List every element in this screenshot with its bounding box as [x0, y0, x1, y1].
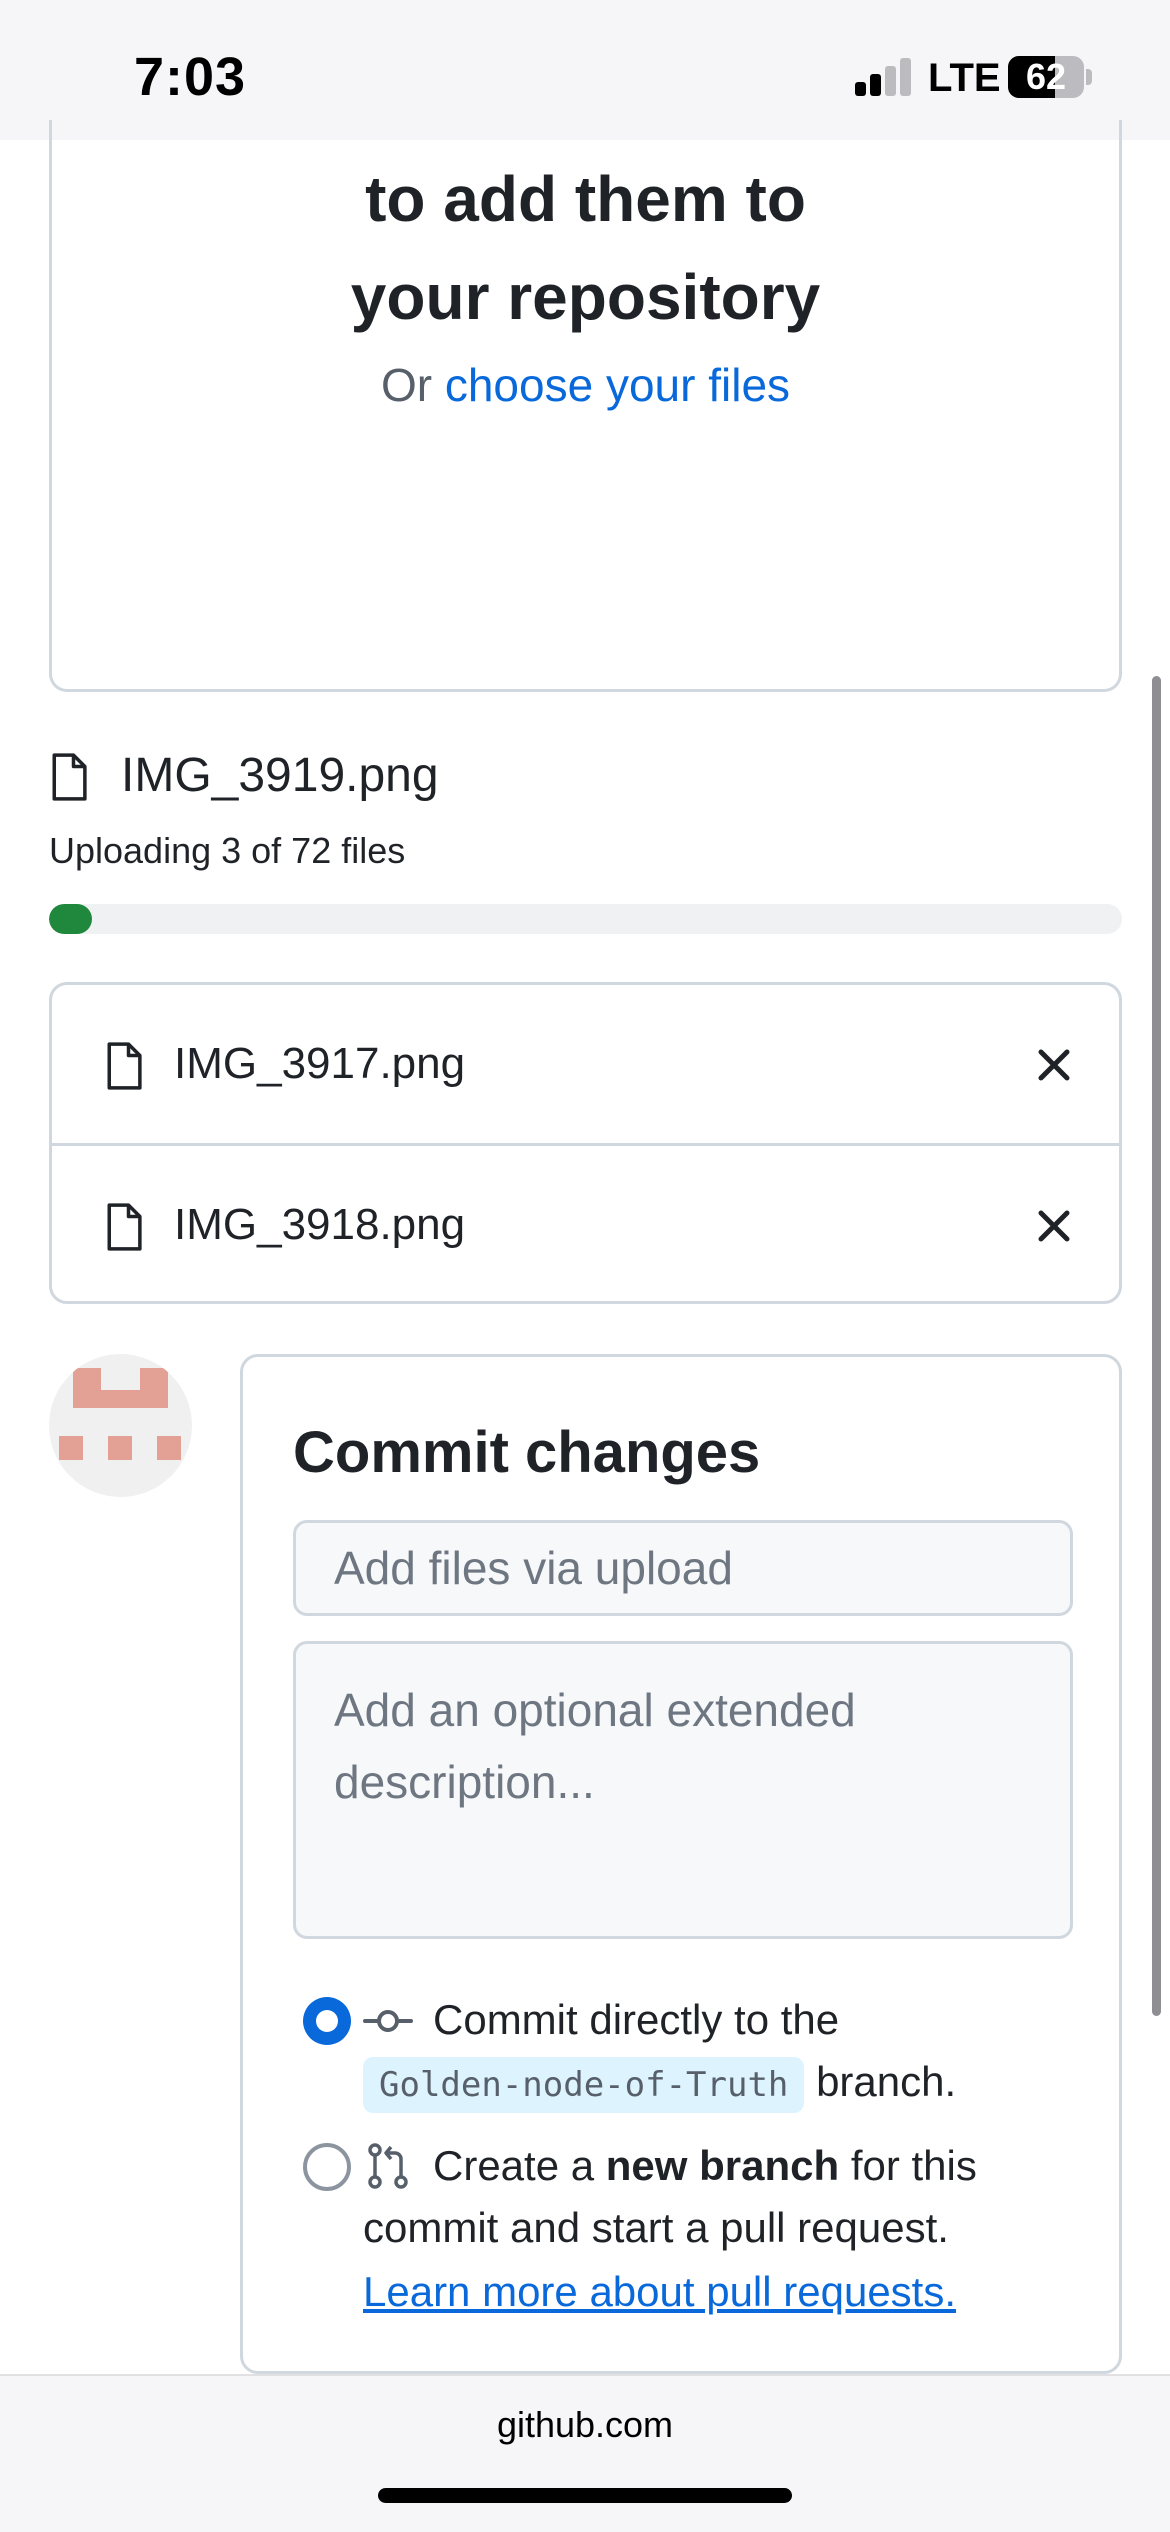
upload-progress-fill — [49, 904, 92, 934]
close-icon[interactable] — [1024, 1196, 1084, 1256]
identicon-icon — [59, 1368, 181, 1460]
commit-title: Commit changes — [293, 1420, 761, 1485]
file-row: IMG_3918.png — [52, 1143, 1119, 1301]
or-text: Or — [380, 359, 445, 411]
battery-level: 62 — [1025, 56, 1067, 97]
commit-direct-label: Commit directly to the — [433, 1996, 840, 2043]
file-icon — [52, 753, 87, 801]
commit-description-input[interactable] — [293, 1641, 1073, 1939]
branch-suffix: branch. — [816, 2058, 957, 2105]
upload-progress-bar — [49, 904, 1122, 934]
avatar — [49, 1354, 192, 1497]
scrollbar[interactable] — [1152, 676, 1161, 2016]
home-indicator — [378, 2488, 792, 2503]
battery-tip — [1086, 69, 1092, 85]
url-text: github.com — [496, 2404, 674, 2445]
commit-direct-branch-line: Golden-node-of-Truth branch. — [363, 2051, 956, 2113]
commit-changes-panel: Commit changes Commit directly to the Go… — [240, 1354, 1122, 2374]
status-time: 7:03 — [134, 47, 247, 107]
file-name: IMG_3918.png — [174, 1200, 466, 1249]
new-branch-radio[interactable] — [303, 2143, 351, 2191]
status-bar: 7:03 LTE 62 — [0, 0, 1170, 140]
new-branch-suffix: for this — [839, 2142, 977, 2189]
new-branch-label: Create a new branch for this — [433, 2135, 977, 2197]
file-row: IMG_3917.png — [52, 985, 1119, 1143]
signal-icon — [855, 58, 911, 96]
network-type: LTE — [928, 56, 1001, 100]
file-icon — [107, 1042, 142, 1090]
drop-zone-title: to add them to your repository — [350, 163, 821, 333]
branch-name: Golden-node-of-Truth — [363, 2057, 805, 2113]
new-branch-bold: new branch — [605, 2142, 840, 2189]
battery-icon: 62 — [1008, 56, 1084, 98]
current-file-name: IMG_3919.png — [121, 749, 439, 802]
new-branch-prefix: Create a — [433, 2142, 606, 2189]
browser-url-bar[interactable]: github.com — [0, 2374, 1170, 2532]
upload-status: Uploading 3 of 72 files — [49, 830, 406, 871]
git-pull-request-icon — [368, 2143, 408, 2189]
git-commit-icon — [363, 2010, 413, 2032]
file-icon — [107, 1203, 142, 1251]
file-name: IMG_3917.png — [174, 1039, 466, 1088]
close-icon[interactable] — [1024, 1035, 1084, 1095]
commit-direct-radio[interactable] — [303, 1997, 351, 2045]
file-drop-zone[interactable]: to add them to your repository Or choose… — [49, 120, 1122, 692]
drop-zone-subtitle: Or choose your files — [52, 358, 1119, 412]
learn-more-pull-requests-link[interactable]: Learn more about pull requests. — [363, 2261, 956, 2323]
choose-files-link[interactable]: choose your files — [445, 359, 790, 411]
commit-summary-input[interactable] — [293, 1520, 1073, 1616]
new-branch-line2: commit and start a pull request. — [363, 2204, 949, 2251]
queued-file-list: IMG_3917.png IMG_3918.png — [49, 982, 1122, 1304]
